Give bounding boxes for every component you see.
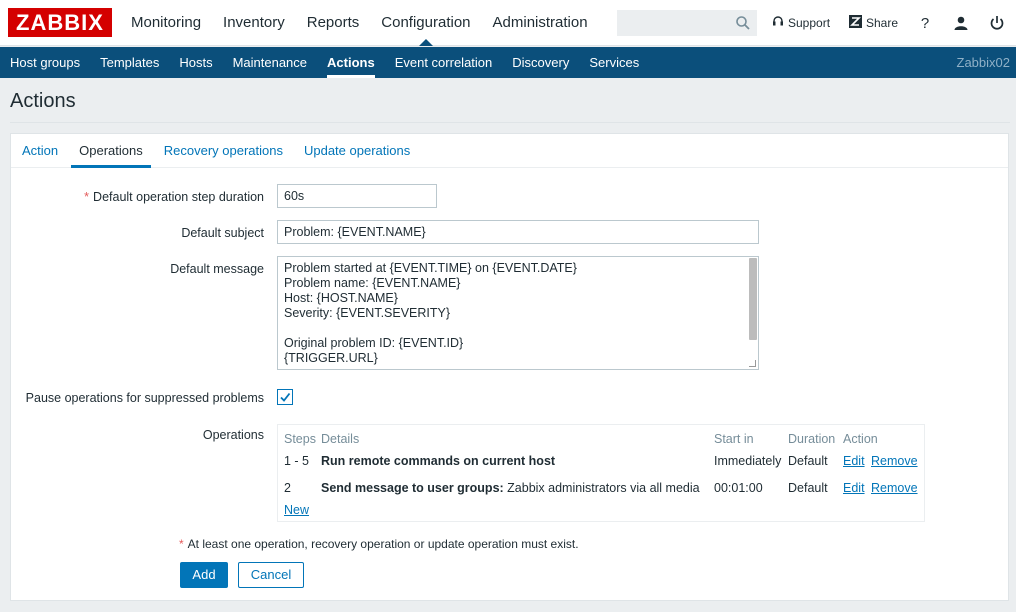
share-label: Share: [866, 16, 899, 30]
sub-menu: Host groups Templates Hosts Maintenance …: [0, 47, 1016, 78]
op-details: Run remote commands on current host: [321, 454, 556, 468]
subject-label: Default subject: [181, 226, 264, 240]
op-start-in: 00:01:00: [714, 481, 763, 495]
col-header-action: Action: [843, 432, 878, 446]
message-line: Host: {HOST.NAME}: [284, 291, 398, 305]
op-edit-link[interactable]: Edit: [843, 481, 865, 495]
submenu-hosts[interactable]: Hosts: [169, 47, 222, 78]
submenu-host-groups[interactable]: Host groups: [0, 47, 90, 78]
textarea-scrollbar[interactable]: [749, 258, 757, 340]
menu-inventory[interactable]: Inventory: [212, 0, 296, 46]
headset-icon: [772, 15, 784, 30]
submenu-discovery[interactable]: Discovery: [502, 47, 579, 78]
col-header-details: Details: [321, 432, 360, 446]
checkmark-icon: [280, 392, 291, 402]
required-asterisk: *: [84, 190, 90, 204]
pause-checkbox[interactable]: [277, 389, 293, 405]
form-tabs: Action Operations Recovery operations Up…: [11, 134, 1008, 168]
subject-input[interactable]: [277, 220, 759, 244]
user-icon[interactable]: [950, 12, 972, 34]
menu-configuration[interactable]: Configuration: [370, 0, 481, 46]
submenu-event-correlation[interactable]: Event correlation: [385, 47, 503, 78]
menu-reports[interactable]: Reports: [296, 0, 371, 46]
share-link[interactable]: Share: [849, 15, 898, 31]
op-duration: Default: [788, 481, 828, 495]
pause-label: Pause operations for suppressed problems: [25, 391, 264, 405]
help-icon[interactable]: ?: [914, 12, 936, 34]
op-remove-link[interactable]: Remove: [871, 481, 918, 495]
op-details: Send message to user groups: Zabbix admi…: [321, 481, 700, 495]
search-box: [617, 10, 757, 36]
required-note: * At least one operation, recovery operat…: [179, 537, 579, 551]
main-menu: Monitoring Inventory Reports Configurati…: [120, 0, 599, 46]
submenu-templates[interactable]: Templates: [90, 47, 169, 78]
resize-grip-icon[interactable]: [749, 360, 756, 367]
support-link[interactable]: Support: [772, 15, 830, 30]
title-divider: [10, 122, 1010, 123]
page-title: Actions: [10, 90, 76, 112]
op-steps: 1 - 5: [284, 454, 310, 468]
submenu-actions[interactable]: Actions: [317, 47, 385, 78]
action-form-panel: Action Operations Recovery operations Up…: [10, 133, 1009, 601]
operations-label: Operations: [202, 428, 264, 442]
magnifier-icon[interactable]: [734, 14, 752, 32]
tab-operations[interactable]: Operations: [71, 134, 151, 168]
submenu-services[interactable]: Services: [579, 47, 649, 78]
step-duration-input[interactable]: [277, 184, 437, 208]
op-duration: Default: [788, 454, 828, 468]
op-steps: 2: [284, 481, 291, 495]
op-edit-link[interactable]: Edit: [843, 454, 865, 468]
step-duration-label: * Default operation step duration: [84, 190, 264, 204]
operations-table: Steps Details Start in Duration Action 1…: [277, 424, 925, 522]
message-line: Severity: {EVENT.SEVERITY}: [284, 306, 451, 320]
col-header-start-in: Start in: [714, 432, 754, 446]
share-icon: [849, 15, 862, 31]
message-line: {TRIGGER.URL}: [284, 351, 378, 365]
top-header: ZABBIX Monitoring Inventory Reports Conf…: [0, 0, 1016, 46]
submenu-maintenance[interactable]: Maintenance: [223, 47, 317, 78]
message-label: Default message: [170, 262, 264, 276]
op-remove-link[interactable]: Remove: [871, 454, 918, 468]
op-start-in: Immediately: [714, 454, 782, 468]
cancel-button[interactable]: Cancel: [238, 562, 304, 588]
search-input[interactable]: [618, 11, 728, 35]
message-line: Problem started at {EVENT.TIME} on {EVEN…: [284, 261, 577, 275]
add-button[interactable]: Add: [180, 562, 228, 588]
tab-action[interactable]: Action: [14, 134, 66, 167]
tab-update-operations[interactable]: Update operations: [296, 134, 418, 167]
zabbix-logo[interactable]: ZABBIX: [8, 8, 112, 37]
new-operation-link[interactable]: New: [284, 503, 309, 517]
col-header-steps: Steps: [284, 432, 316, 446]
message-textarea[interactable]: Problem started at {EVENT.TIME} on {EVEN…: [277, 256, 759, 370]
col-header-duration: Duration: [788, 432, 836, 446]
tab-recovery-operations[interactable]: Recovery operations: [156, 134, 291, 167]
message-line: Problem name: {EVENT.NAME}: [284, 276, 461, 290]
message-line: Original problem ID: {EVENT.ID}: [284, 336, 464, 350]
power-icon[interactable]: [986, 12, 1008, 34]
message-line: [284, 321, 752, 336]
required-asterisk: *: [179, 537, 184, 551]
menu-monitoring[interactable]: Monitoring: [120, 0, 212, 46]
support-label: Support: [788, 15, 831, 30]
server-name: Zabbix02: [956, 55, 1010, 70]
menu-administration[interactable]: Administration: [482, 0, 599, 46]
